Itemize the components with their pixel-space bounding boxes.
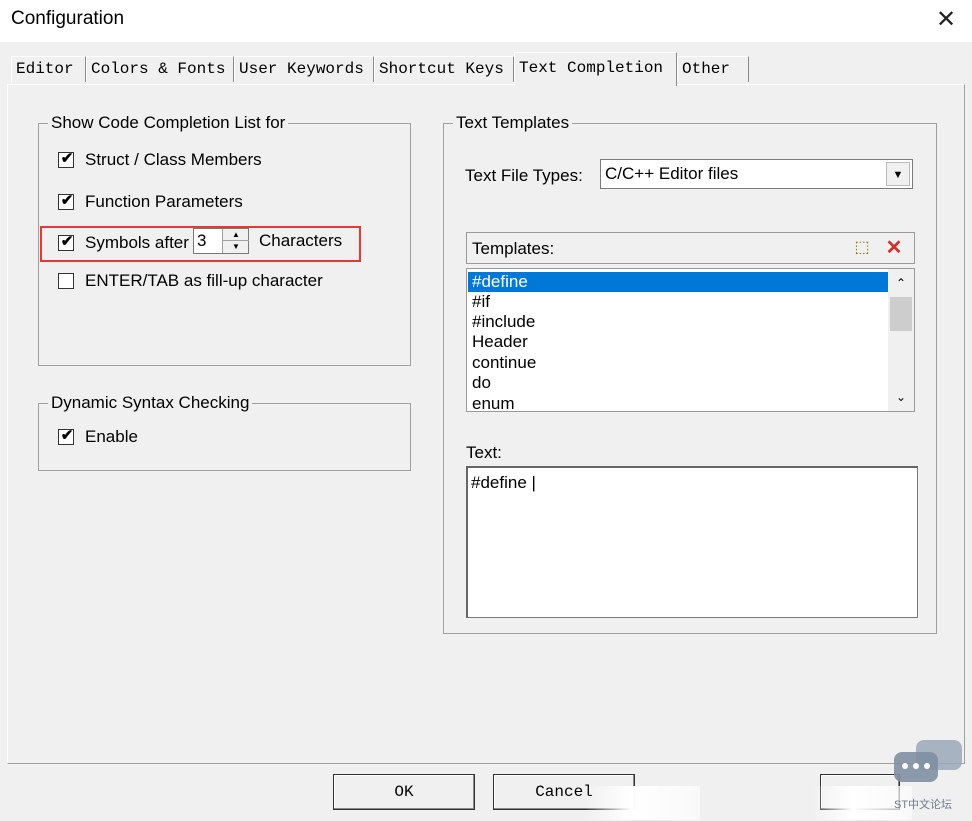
templates-label: Templates: <box>472 239 555 258</box>
list-item[interactable]: continue <box>468 353 888 373</box>
syntax-enable-label: Enable <box>85 427 138 446</box>
params-checkbox[interactable]: ✔ <box>58 192 74 210</box>
check-icon: ✔ <box>60 192 74 209</box>
enter-tab-checkbox[interactable] <box>58 273 74 289</box>
close-icon[interactable]: ✕ <box>932 6 960 34</box>
list-item[interactable]: #if <box>468 292 888 312</box>
params-label: Function Parameters <box>85 192 243 211</box>
ok-button[interactable]: OK <box>333 774 475 810</box>
scroll-thumb[interactable] <box>890 297 912 331</box>
watermark-logo: ST中文论坛 <box>888 740 966 814</box>
list-item[interactable]: do <box>468 373 888 393</box>
template-text-area[interactable]: #define | <box>466 466 918 618</box>
delete-template-icon[interactable]: ✕ <box>881 236 907 260</box>
tab-colors-fonts[interactable]: Colors & Fonts <box>86 56 234 82</box>
list-item[interactable]: Header <box>468 332 888 352</box>
file-types-select[interactable]: C/C++ Editor files ▼ <box>600 159 913 189</box>
scroll-down-icon[interactable]: ⌄ <box>888 387 914 407</box>
check-icon: ✔ <box>60 427 74 444</box>
syntax-enable-checkbox[interactable]: ✔ <box>58 427 74 445</box>
tab-other[interactable]: Other <box>677 56 749 82</box>
check-icon: ✔ <box>60 150 74 167</box>
annotation-highlight-box <box>40 226 361 262</box>
scroll-up-icon[interactable]: ⌃ <box>888 273 914 293</box>
blur-overlay <box>585 786 700 820</box>
tab-shortcut-keys[interactable]: Shortcut Keys <box>374 56 514 82</box>
syntax-legend: Dynamic Syntax Checking <box>48 393 253 413</box>
tab-user-keywords[interactable]: User Keywords <box>234 56 374 82</box>
tab-row: Editor Colors & Fonts User Keywords Shor… <box>0 42 972 86</box>
tab-text-completion[interactable]: Text Completion <box>514 52 677 86</box>
tab-editor[interactable]: Editor <box>11 56 86 82</box>
chevron-down-icon[interactable]: ▼ <box>886 162 910 186</box>
templates-list[interactable]: #define #if #include Header continue do … <box>466 268 915 412</box>
template-text-value: #define | <box>471 473 536 492</box>
title-bar: Configuration ✕ <box>0 0 972 42</box>
enter-tab-label: ENTER/TAB as fill-up character <box>85 271 323 290</box>
completion-legend: Show Code Completion List for <box>48 113 289 133</box>
file-types-value: C/C++ Editor files <box>605 164 739 183</box>
watermark-text: ST中文论坛 <box>894 799 953 811</box>
templates-legend: Text Templates <box>453 113 573 133</box>
list-item[interactable]: enum <box>468 394 888 411</box>
struct-label: Struct / Class Members <box>85 150 262 169</box>
new-template-icon[interactable]: ⬚ <box>849 236 875 260</box>
text-label: Text: <box>466 443 502 462</box>
list-item[interactable]: #include <box>468 312 888 332</box>
templates-header: Templates: ⬚ ✕ <box>466 232 915 264</box>
templates-scrollbar[interactable]: ⌃ ⌄ <box>888 269 914 411</box>
file-types-label: Text File Types: <box>465 166 583 185</box>
window-title: Configuration <box>11 8 125 29</box>
list-item[interactable]: #define <box>468 272 888 292</box>
struct-checkbox[interactable]: ✔ <box>58 150 74 168</box>
